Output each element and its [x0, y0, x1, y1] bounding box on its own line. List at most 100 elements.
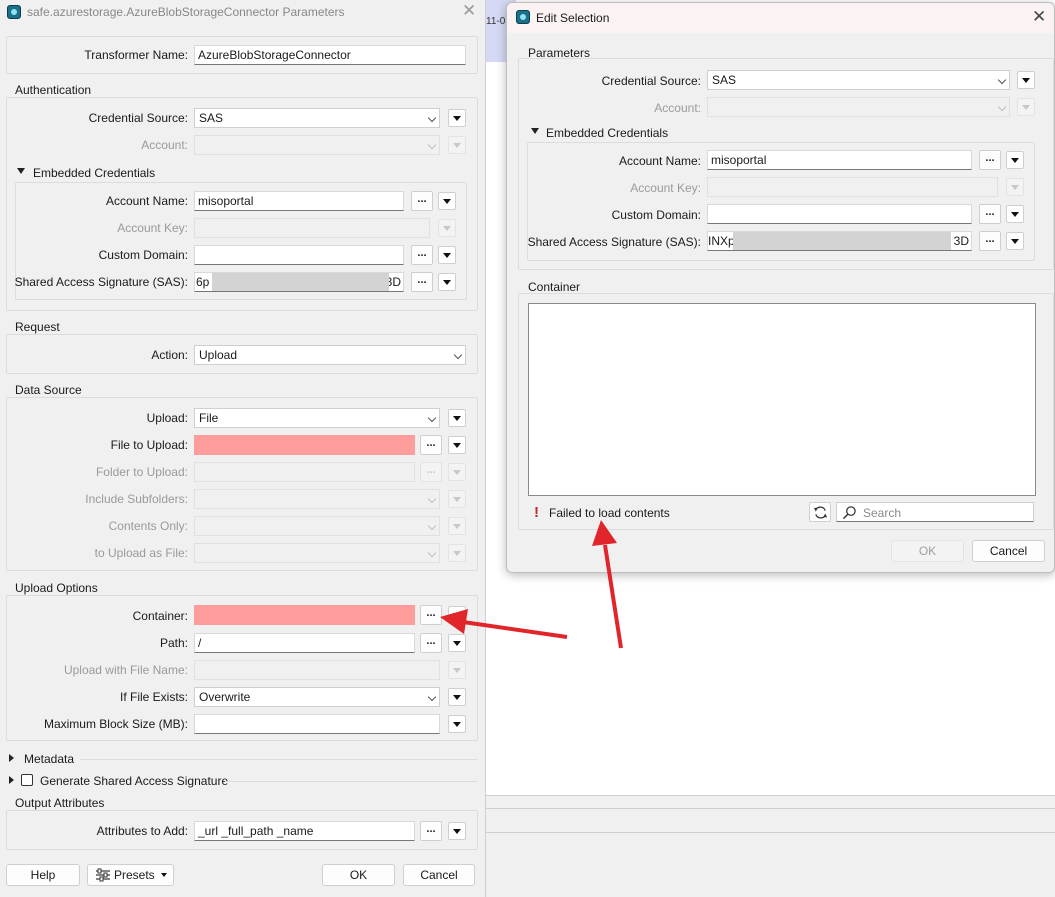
metadata-title[interactable]: Metadata	[24, 752, 74, 766]
generate-sas-title[interactable]: Generate Shared Access Signature	[40, 774, 228, 788]
attributes-to-add-field[interactable]: _url _full_path _name	[194, 821, 415, 841]
edit-account-menu-button[interactable]	[1017, 98, 1035, 116]
account-name-field[interactable]: misoportal	[194, 191, 404, 211]
sas-menu-button[interactable]	[438, 273, 456, 291]
account-menu-button[interactable]	[448, 136, 466, 154]
collapse-embedded-icon[interactable]	[17, 168, 25, 174]
parameters-title: safe.azurestorage.AzureBlobStorageConnec…	[27, 5, 345, 19]
if-file-exists-menu-button[interactable]	[448, 688, 466, 706]
edit-credential-source-menu-button[interactable]	[1017, 71, 1035, 89]
attributes-browse-button[interactable]: ...	[420, 821, 442, 841]
edit-account-name-label: Account Name:	[618, 154, 701, 168]
file-to-upload-menu-button[interactable]	[448, 436, 466, 454]
attributes-menu-button[interactable]	[448, 822, 466, 840]
ok-button[interactable]: OK	[322, 864, 395, 886]
help-button[interactable]: Help	[6, 864, 80, 886]
file-to-upload-field[interactable]	[194, 435, 415, 455]
file-to-upload-browse-button[interactable]: ...	[420, 435, 442, 455]
max-block-size-field[interactable]	[194, 714, 440, 734]
file-to-upload-label: File to Upload:	[110, 438, 188, 452]
edit-credential-source-select[interactable]: SAS	[707, 70, 1010, 90]
edit-account-select[interactable]	[707, 97, 1010, 117]
action-select[interactable]: Upload	[194, 345, 466, 365]
container-list[interactable]	[528, 303, 1036, 496]
include-subfolders-select[interactable]	[194, 489, 440, 509]
path-field[interactable]: /	[194, 633, 415, 653]
edit-sas-browse-button[interactable]: ...	[979, 231, 1001, 251]
close-icon[interactable]: ✕	[462, 1, 476, 21]
metadata-divider	[80, 759, 477, 760]
custom-domain-browse-button[interactable]: ...	[411, 245, 433, 265]
account-key-label: Account Key:	[117, 221, 188, 235]
chevron-down-icon	[427, 113, 437, 123]
sas-browse-button[interactable]: ...	[411, 272, 433, 292]
credential-source-select[interactable]: SAS	[194, 108, 440, 128]
contents-only-select[interactable]	[194, 516, 440, 536]
upload-with-file-name-label: Upload with File Name:	[63, 663, 188, 677]
edit-sas-redaction	[733, 232, 951, 250]
if-file-exists-select[interactable]: Overwrite	[194, 687, 440, 707]
sliders-icon	[95, 868, 111, 882]
account-name-browse-button[interactable]: ...	[411, 191, 433, 211]
edit-cancel-button[interactable]: Cancel	[972, 540, 1045, 562]
upload-as-file-menu-button[interactable]	[448, 544, 466, 562]
edit-embedded-credentials-title: Embedded Credentials	[546, 126, 669, 140]
edit-custom-domain-menu-button[interactable]	[1006, 205, 1024, 223]
bottom-panel-divider-2	[486, 832, 1055, 833]
expand-metadata-icon[interactable]	[9, 754, 14, 762]
transformer-name-field[interactable]: AzureBlobStorageConnector	[194, 45, 466, 65]
app-icon	[7, 5, 21, 19]
folder-to-upload-menu-button[interactable]	[448, 463, 466, 481]
container-field[interactable]	[194, 605, 415, 625]
credential-source-menu-button[interactable]	[448, 109, 466, 127]
edit-ok-button[interactable]: OK	[891, 540, 964, 562]
account-name-menu-button[interactable]	[438, 192, 456, 210]
error-icon: !	[534, 504, 539, 521]
edit-account-name-menu-button[interactable]	[1006, 151, 1024, 169]
edit-custom-domain-field[interactable]	[707, 204, 972, 224]
edit-account-name-field[interactable]: misoportal	[707, 150, 972, 170]
edit-container-title: Container	[528, 280, 581, 294]
max-block-size-menu-button[interactable]	[448, 715, 466, 733]
include-subfolders-menu-button[interactable]	[448, 490, 466, 508]
credential-source-label: Credential Source:	[88, 111, 188, 125]
custom-domain-menu-button[interactable]	[438, 246, 456, 264]
folder-to-upload-browse-button[interactable]: ...	[420, 462, 442, 482]
chevron-down-icon	[453, 350, 463, 360]
contents-only-menu-button[interactable]	[448, 517, 466, 535]
edit-sas-menu-button[interactable]	[1006, 232, 1024, 250]
custom-domain-field[interactable]	[194, 245, 404, 265]
upload-select[interactable]: File	[194, 408, 440, 428]
custom-domain-label: Custom Domain:	[98, 248, 188, 262]
account-select[interactable]	[194, 135, 440, 155]
collapse-embedded-icon[interactable]	[531, 128, 539, 134]
edit-sas-label: Shared Access Signature (SAS):	[527, 235, 701, 249]
close-icon[interactable]: ✕	[1032, 7, 1046, 27]
account-key-menu-button[interactable]	[438, 219, 456, 237]
container-menu-button[interactable]	[448, 606, 466, 624]
upload-with-file-name-menu-button[interactable]	[448, 661, 466, 679]
upload-as-file-select[interactable]	[194, 543, 440, 563]
cancel-button[interactable]: Cancel	[403, 864, 475, 886]
app-icon	[516, 10, 530, 24]
edit-custom-domain-browse-button[interactable]: ...	[979, 204, 1001, 224]
expand-generate-sas-icon[interactable]	[9, 776, 14, 784]
edit-account-key-menu-button[interactable]	[1006, 178, 1024, 196]
search-icon	[842, 505, 857, 523]
container-browse-button[interactable]: ...	[420, 605, 442, 625]
refresh-button[interactable]	[809, 502, 831, 522]
edit-account-key-field[interactable]	[707, 177, 998, 197]
presets-button[interactable]: Presets	[87, 864, 174, 886]
upload-menu-button[interactable]	[448, 409, 466, 427]
path-browse-button[interactable]: ...	[420, 633, 442, 653]
generate-sas-checkbox[interactable]	[21, 774, 33, 786]
search-box[interactable]: Search	[836, 502, 1034, 522]
folder-to-upload-field[interactable]	[194, 462, 415, 482]
edit-account-name-browse-button[interactable]: ...	[979, 150, 1001, 170]
upload-with-file-name-field[interactable]	[194, 660, 440, 680]
path-menu-button[interactable]	[448, 634, 466, 652]
error-text: Failed to load contents	[549, 506, 670, 520]
contents-only-label: Contents Only:	[108, 519, 188, 533]
account-key-field[interactable]	[194, 218, 430, 238]
refresh-icon	[813, 505, 828, 523]
